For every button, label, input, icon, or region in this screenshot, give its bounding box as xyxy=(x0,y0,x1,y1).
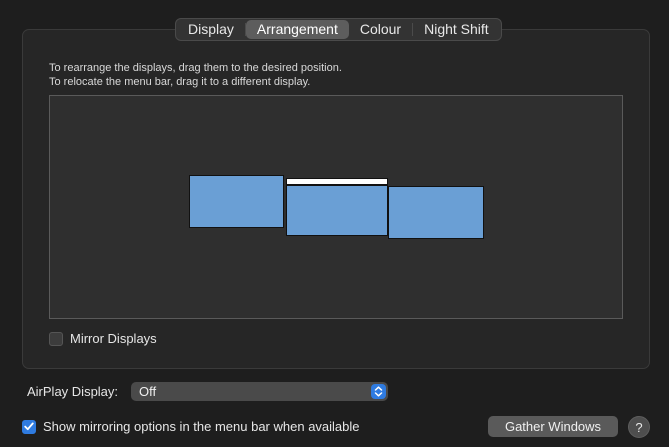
question-mark-icon: ? xyxy=(635,419,643,435)
instructions-line-2: To relocate the menu bar, drag it to a d… xyxy=(49,76,311,88)
gather-windows-button[interactable]: Gather Windows xyxy=(488,416,618,437)
display-thumbnail-3[interactable] xyxy=(388,186,484,239)
tab-colour[interactable]: Colour xyxy=(349,20,412,39)
display-arrangement-area xyxy=(49,95,623,319)
mirror-displays-row[interactable]: Mirror Displays xyxy=(49,331,157,346)
airplay-display-select[interactable]: Off xyxy=(131,382,388,401)
tab-night-shift[interactable]: Night Shift xyxy=(413,20,500,39)
arrangement-instructions: To rearrange the displays, drag them to … xyxy=(49,61,342,89)
display-thumbnail-2[interactable] xyxy=(286,185,388,236)
display-thumbnail-1[interactable] xyxy=(189,175,284,228)
airplay-display-value: Off xyxy=(139,384,157,399)
tab-arrangement[interactable]: Arrangement xyxy=(245,20,349,39)
help-button[interactable]: ? xyxy=(628,416,650,438)
segmented-tab-control: Display Arrangement Colour Night Shift xyxy=(175,18,502,41)
chevron-up-down-icon xyxy=(371,384,386,399)
mirror-displays-label: Mirror Displays xyxy=(70,331,157,346)
mirror-displays-checkbox[interactable] xyxy=(49,331,63,346)
show-mirroring-options-row[interactable]: Show mirroring options in the menu bar w… xyxy=(22,419,360,434)
displays-preferences-window: Display Arrangement Colour Night Shift T… xyxy=(0,0,669,447)
menu-bar-handle[interactable] xyxy=(286,178,388,185)
show-mirroring-label: Show mirroring options in the menu bar w… xyxy=(43,419,360,434)
airplay-display-label: AirPlay Display: xyxy=(27,384,119,399)
instructions-line-1: To rearrange the displays, drag them to … xyxy=(49,62,342,74)
checkmark-icon xyxy=(24,422,34,431)
show-mirroring-checkbox[interactable] xyxy=(22,419,36,434)
tab-display[interactable]: Display xyxy=(177,20,245,39)
